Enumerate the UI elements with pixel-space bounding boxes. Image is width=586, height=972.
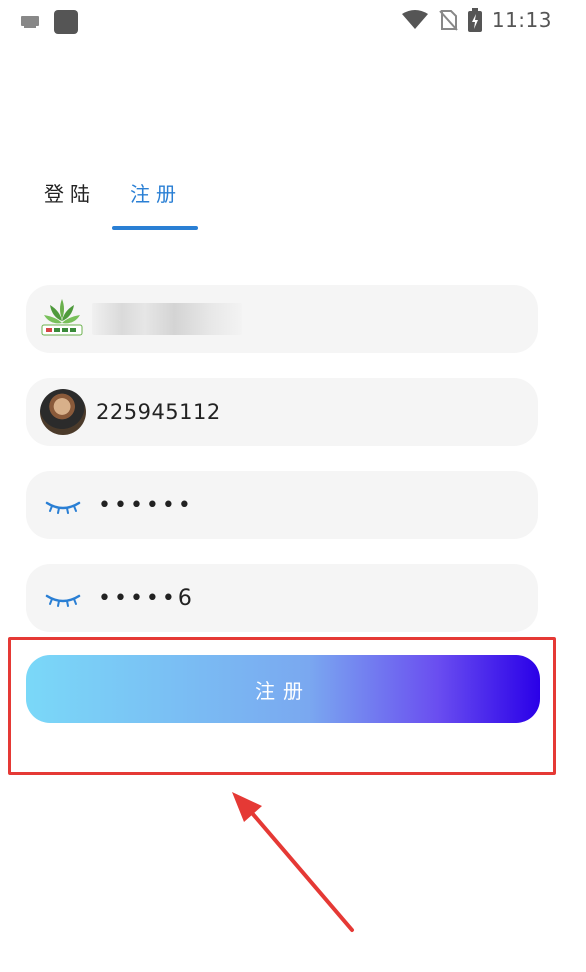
- password-value: ••••••: [98, 492, 194, 518]
- blurred-account-name: [92, 303, 242, 335]
- eye-closed-icon[interactable]: [44, 495, 82, 515]
- register-button[interactable]: 注册: [26, 655, 540, 723]
- eye-closed-icon[interactable]: [44, 588, 82, 608]
- qq-number-field[interactable]: 225945112: [26, 378, 538, 446]
- app-square-icon: [54, 10, 78, 34]
- account-field[interactable]: [26, 285, 538, 353]
- battery-icon: [467, 8, 482, 32]
- status-bar: 11:13: [0, 0, 586, 44]
- logo-icon: [41, 299, 83, 336]
- status-time: 11:13: [491, 8, 552, 32]
- message-icon: [21, 16, 39, 28]
- avatar: [40, 389, 86, 435]
- tab-login[interactable]: 登陆: [44, 178, 96, 207]
- qq-number-value: 225945112: [96, 400, 221, 424]
- status-bar-left: [20, 10, 78, 34]
- confirm-password-value: •••••6: [98, 585, 195, 611]
- tab-register[interactable]: 注册: [130, 178, 182, 207]
- password-field[interactable]: ••••••: [26, 471, 538, 539]
- tab-active-indicator: [112, 226, 198, 230]
- no-sim-icon: [439, 10, 458, 31]
- status-bar-right: 11:13: [401, 8, 552, 32]
- confirm-password-field[interactable]: •••••6: [26, 564, 538, 632]
- wifi-icon: [401, 10, 428, 29]
